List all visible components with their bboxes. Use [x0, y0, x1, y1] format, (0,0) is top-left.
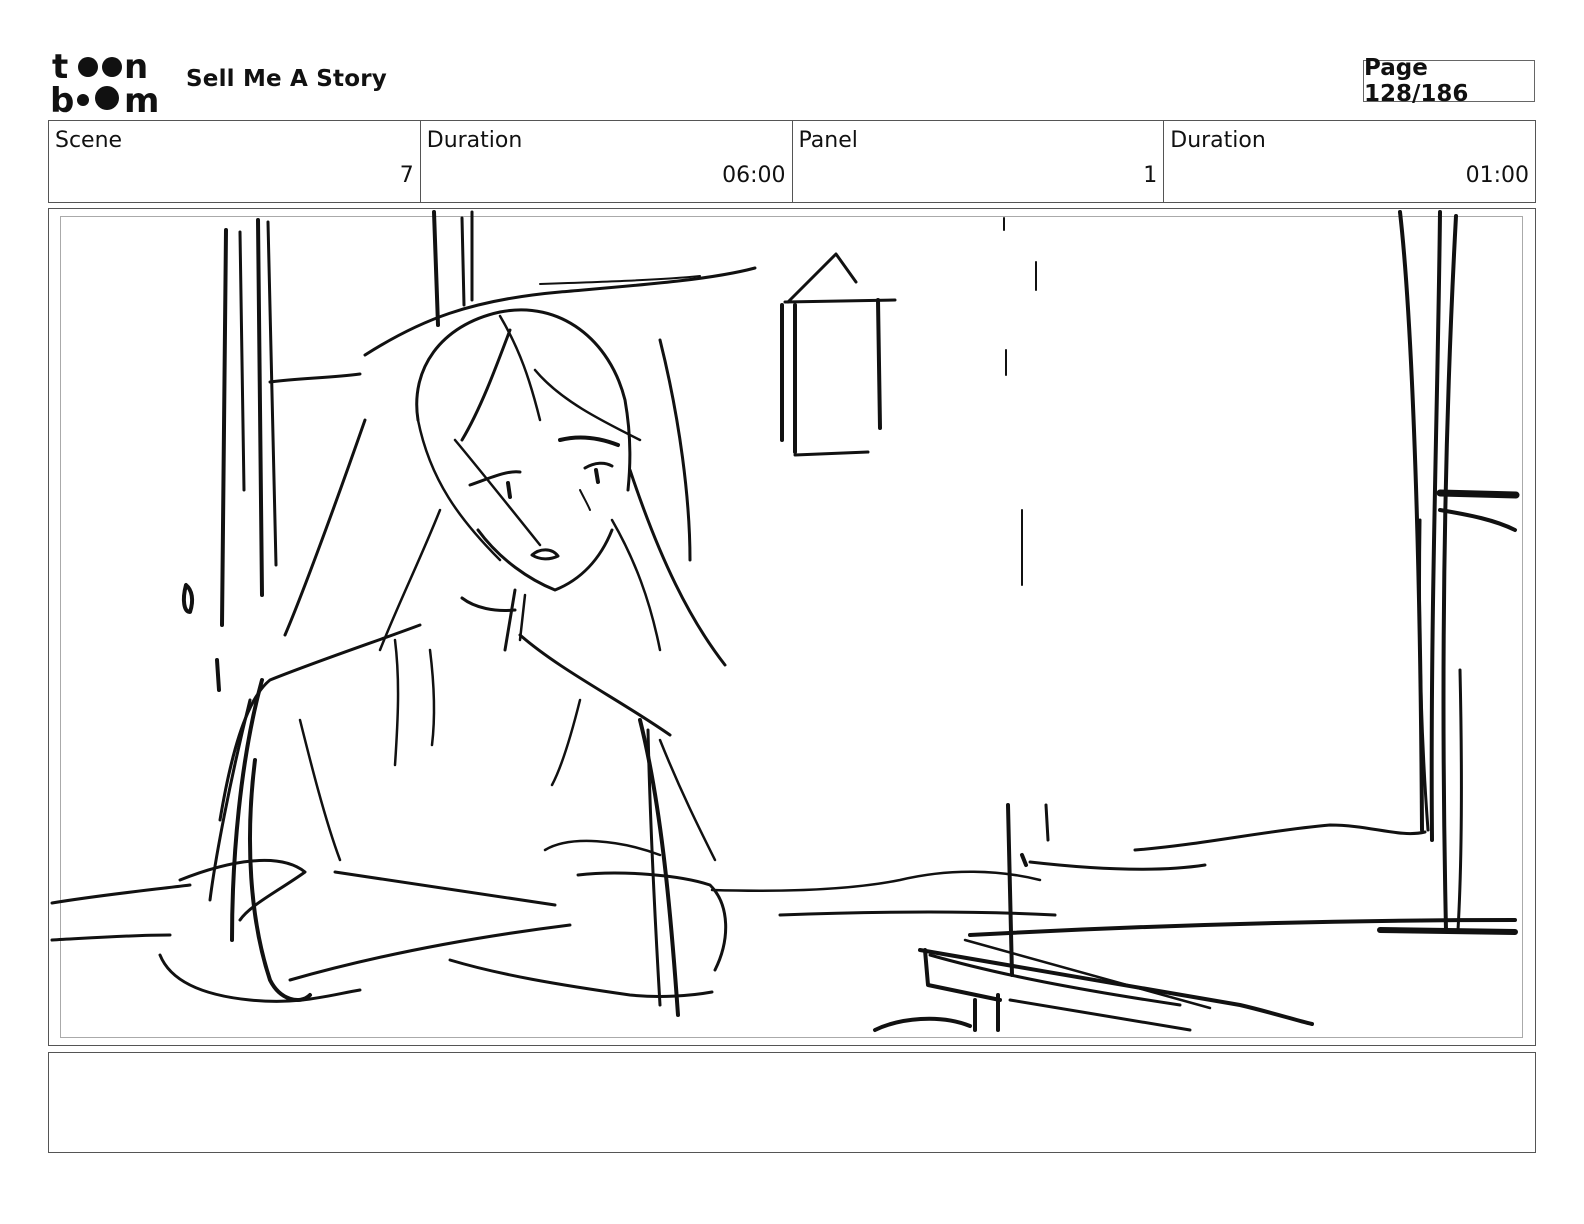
- storyboard-sketch-image: [50, 210, 1520, 1032]
- svg-text:m: m: [124, 81, 159, 114]
- scene-duration-value: 06:00: [722, 163, 786, 188]
- scene-duration-label: Duration: [426, 128, 523, 153]
- panel-value: 1: [1143, 163, 1158, 188]
- scene-value: 7: [399, 163, 414, 188]
- panel-notes-box: [48, 1052, 1536, 1153]
- panel-label: Panel: [798, 128, 858, 153]
- scene-cell: Scene 7: [49, 121, 421, 202]
- scene-duration-cell: Duration 06:00: [421, 121, 793, 202]
- panel-duration-value: 01:00: [1465, 163, 1529, 188]
- page-indicator: Page 128/186: [1363, 55, 1535, 107]
- project-title: Sell Me A Story: [186, 66, 387, 92]
- storyboard-info-table: Scene 7 Duration 06:00 Panel 1 Duration …: [48, 120, 1536, 203]
- panel-duration-cell: Duration 01:00: [1164, 121, 1535, 202]
- svg-text:b: b: [50, 81, 74, 114]
- toon-boom-logo: t n b m: [50, 48, 159, 114]
- scene-label: Scene: [55, 128, 123, 153]
- panel-cell: Panel 1: [793, 121, 1165, 202]
- panel-duration-label: Duration: [1170, 128, 1266, 153]
